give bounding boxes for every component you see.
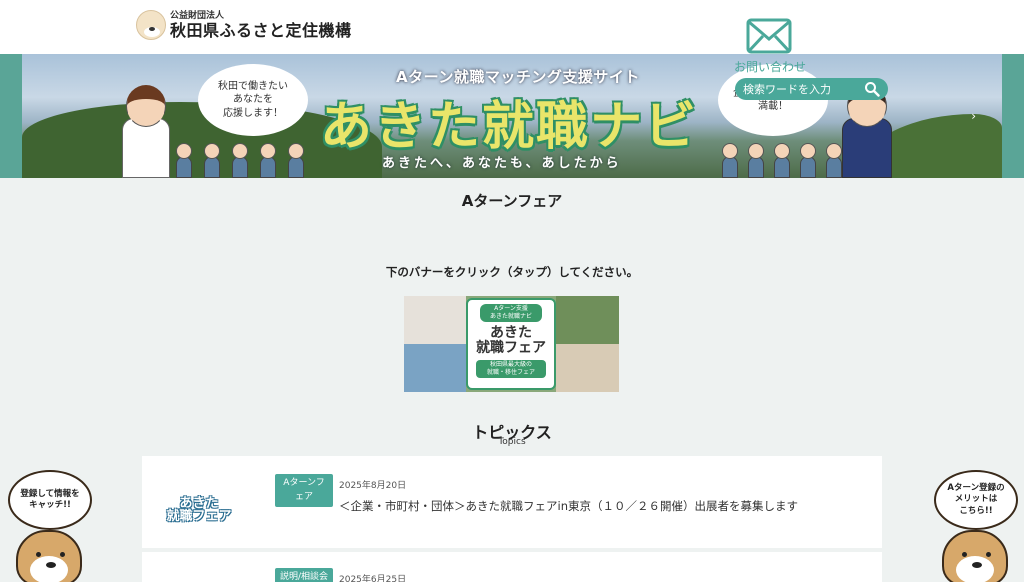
small-character-icon [774, 143, 790, 178]
woman-character-icon [122, 85, 170, 178]
register-bubble: 登録して情報を キャッチ!! [8, 470, 92, 530]
carousel-next-arrow[interactable]: › [971, 109, 976, 123]
topics-subtitle: Topics [498, 437, 526, 447]
hero-speech-bubble-left: 秋田で働きたい あなたを 応援します！ [198, 64, 308, 136]
search-input[interactable] [743, 82, 863, 96]
site-header: 公益財団法人 秋田県ふるさと定住機構 [0, 0, 1024, 54]
fair-banner-bottom: 秋田県最大級の 就職・移住フェア [476, 360, 546, 378]
akita-dog-logo-icon [136, 10, 166, 40]
small-character-icon [722, 143, 738, 178]
site-logo[interactable]: 公益財団法人 秋田県ふるさと定住機構 [136, 10, 352, 40]
hero-banner: 秋田で働きたい あなたを 応援します！ 企業・求人情報が 満載！ Aターン就職マ… [0, 54, 1024, 178]
register-bubble-text: 登録して情報を キャッチ!! [20, 488, 80, 510]
fair-banner-top: Aターン支援 あきた就職ナビ [480, 304, 542, 322]
topic-title-link[interactable]: ＜企業・市町村・団体＞あきた就職フェアin東京（１０／２６開催）出展者を募集しま… [339, 498, 798, 514]
hero-image: 秋田で働きたい あなたを 応援します！ 企業・求人情報が 満載！ Aターン就職マ… [22, 54, 1002, 178]
hero-title: あきた就職ナビ [320, 97, 699, 157]
banner-instruction: 下のバナーをクリック（タップ）してください。 [385, 265, 639, 279]
register-mascot-button[interactable]: 登録して情報を キャッチ!! [4, 470, 94, 582]
small-character-icon [826, 143, 842, 178]
mail-icon [746, 18, 792, 54]
search-icon[interactable] [864, 81, 880, 97]
hero-bubble-left-text: 秋田で働きたい あなたを 応援します！ [218, 80, 288, 119]
banner-photo-train [556, 296, 619, 344]
logo-sub: 公益財団法人 [170, 10, 225, 21]
banner-photo-woman [404, 296, 466, 344]
small-character-icon [232, 143, 248, 178]
topic-category-badge: 説明/相談会 [275, 568, 333, 582]
contact-label: お問い合わせ [734, 60, 807, 74]
merit-mascot-button[interactable]: Aターン登録の メリットは こちら!! [930, 470, 1020, 582]
small-character-icon [176, 143, 192, 178]
merit-bubble: Aターン登録の メリットは こちら!! [934, 470, 1018, 530]
topic-date: 2025年8月20日 [339, 481, 407, 491]
topic-category-badge: Aターンフェア [275, 474, 333, 507]
topic-item[interactable]: あきた 就職フェア Aターンフェア 2025年8月20日 ＜企業・市町村・団体＞… [142, 456, 882, 548]
akita-fair-banner[interactable]: Aターン支援 あきた就職ナビ あきた 就職フェア 秋田県最大級の 就職・移住フェ… [404, 296, 619, 392]
merit-bubble-text: Aターン登録の メリットは こちら!! [947, 482, 1005, 516]
small-character-icon [748, 143, 764, 178]
logo-main: 秋田県ふるさと定住機構 [170, 20, 352, 40]
logo-text: 公益財団法人 秋田県ふるさと定住機構 [170, 10, 352, 40]
fair-banner-title: あきた 就職フェア [476, 324, 546, 356]
hero-tagline: あきたへ、あなたも、あしたから [382, 156, 622, 171]
page-title: Aターンフェア [461, 192, 563, 210]
fair-banner-center: Aターン支援 あきた就職ナビ あきた 就職フェア 秋田県最大級の 就職・移住フェ… [466, 298, 556, 390]
topic-thumbnail: あきた 就職フェア [166, 496, 232, 524]
banner-photo-mountain [404, 344, 466, 392]
small-character-icon [260, 143, 276, 178]
akita-dog-icon [942, 530, 1008, 582]
man-character-icon [842, 85, 892, 178]
contact-link[interactable]: お問い合わせ [734, 18, 807, 75]
small-character-icon [288, 143, 304, 178]
search-box [735, 78, 888, 100]
small-character-icon [800, 143, 816, 178]
banner-photo-man [556, 344, 619, 392]
topic-item[interactable]: 説明/相談会 2025年6月25日 [142, 552, 882, 582]
akita-dog-icon [16, 530, 82, 582]
small-character-icon [204, 143, 220, 178]
topic-date: 2025年6月25日 [339, 575, 407, 582]
